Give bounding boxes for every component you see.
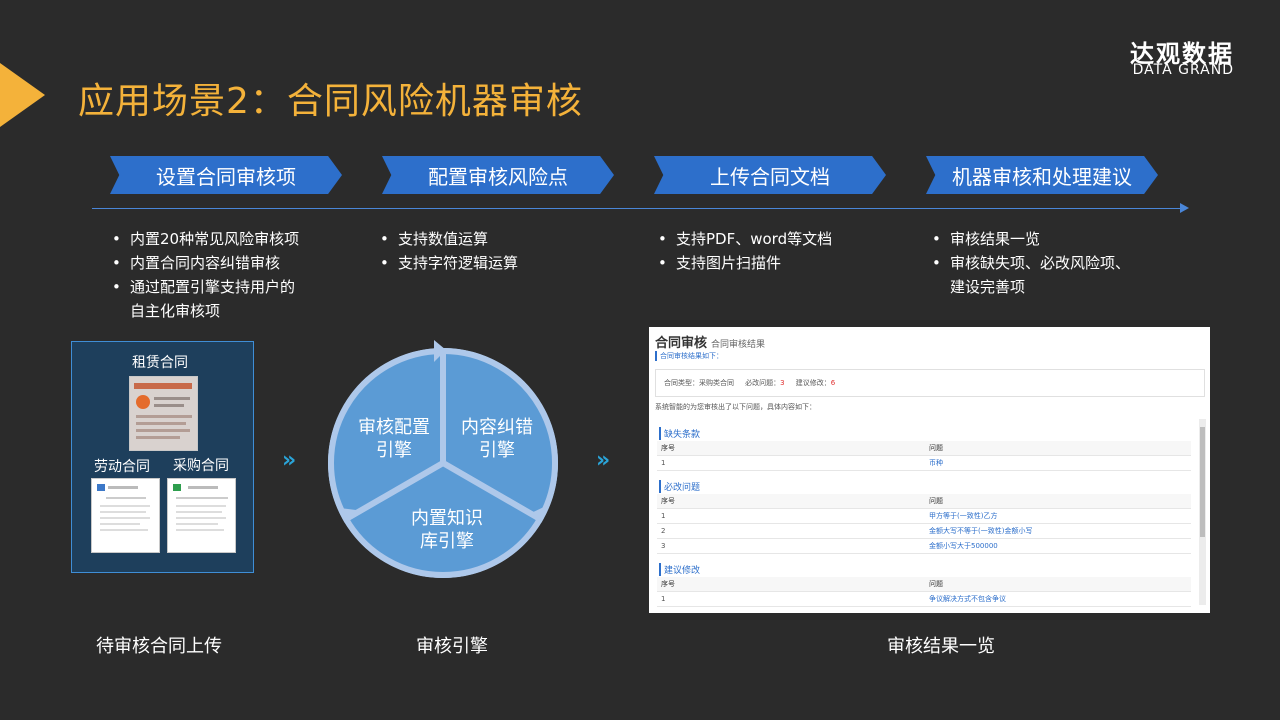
table-row: 1 甲方等于(一致性)乙方 — [657, 508, 1191, 524]
table-row: 2 金额大写不等于(一致性)金额小写 — [657, 523, 1191, 539]
bullet-item: 支持字符逻辑运算 — [378, 251, 518, 275]
result-summary-box: 合同类型：采购类合同 必改问题：3 建议修改：6 — [655, 369, 1205, 397]
bullet-item: 内置合同内容纠错审核 — [110, 251, 299, 275]
step-3-banner: 上传合同文档 — [654, 156, 886, 194]
bullet-item: 审核结果一览 — [930, 227, 1130, 251]
page-title: 应用场景2：合同风险机器审核 — [78, 81, 583, 122]
brand-logo-en: DATA GRAND — [1132, 62, 1234, 78]
step-1-bullets: 内置20种常见风险审核项 内置合同内容纠错审核 通过配置引擎支持用户的 自主化审… — [110, 227, 299, 323]
engine-segment-1-label: 审核配置 引擎 — [358, 417, 430, 461]
scrollbar-thumb[interactable] — [1200, 427, 1205, 537]
suggest-table: 序号 问题 1 争议解决方式不包含争议 — [657, 577, 1191, 607]
section-missing-title: 缺失条款 — [659, 427, 700, 440]
labor-contract-label: 劳动合同 — [94, 459, 150, 475]
result-scrollbar[interactable] — [1199, 419, 1206, 605]
table-row: 1 币种 — [657, 455, 1191, 471]
bullet-item: 支持数值运算 — [378, 227, 518, 251]
table-row: 3 金额小写大于500000 — [657, 538, 1191, 554]
bullet-item: 通过配置引擎支持用户的 自主化审核项 — [110, 275, 299, 323]
contract-upload-panel: 租赁合同 劳动合同 采购合同 — [71, 341, 254, 573]
rent-contract-thumbnail — [129, 376, 198, 451]
chevron-right-icon: » — [596, 448, 610, 473]
table-row: 1 争议解决方式不包含争议 — [657, 591, 1191, 607]
section-suggest-title: 建议修改 — [659, 563, 700, 576]
step-4-banner: 机器审核和处理建议 — [926, 156, 1158, 194]
accent-triangle — [0, 63, 45, 127]
step-2-banner: 配置审核风险点 — [382, 156, 614, 194]
bullet-item: 内置20种常见风险审核项 — [110, 227, 299, 251]
step-4-bullets: 审核结果一览 审核缺失项、必改风险项、 建设完善项 — [930, 227, 1130, 299]
result-note: 系统智能的为您审核出了以下问题，具体内容如下： — [655, 403, 816, 411]
step-2-bullets: 支持数值运算 支持字符逻辑运算 — [378, 227, 518, 275]
purchase-contract-thumbnail — [167, 478, 236, 553]
rent-contract-label: 租赁合同 — [132, 355, 188, 371]
engine-segment-2-label: 内容纠错 引擎 — [461, 417, 533, 461]
missing-table: 序号 问题 1 币种 — [657, 441, 1191, 471]
chevron-right-icon: » — [282, 448, 296, 473]
result-title: 合同审核 合同审核结果 — [655, 336, 766, 351]
bullet-item: 支持PDF、word等文档 — [656, 227, 832, 251]
engine-segment-3-label: 内置知识 库引擎 — [411, 508, 483, 552]
section-must-title: 必改问题 — [659, 480, 700, 493]
timeline-arrow-icon — [1180, 203, 1189, 213]
audit-result-screenshot: 合同审核 合同审核结果 合同审核结果如下： 合同类型：采购类合同 必改问题：3 建… — [649, 327, 1210, 613]
step-1-banner: 设置合同审核项 — [110, 156, 342, 194]
must-table: 序号 问题 1 甲方等于(一致性)乙方 2 金额大写不等于(一致性)金额小写 3 金额小… — [657, 494, 1191, 554]
caption-engine: 审核引擎 — [416, 636, 488, 657]
bullet-item: 支持图片扫描件 — [656, 251, 832, 275]
timeline-line — [92, 208, 1182, 209]
caption-result: 审核结果一览 — [887, 636, 995, 657]
purchase-contract-label: 采购合同 — [173, 458, 229, 474]
caption-upload: 待审核合同上传 — [96, 636, 222, 657]
step-3-bullets: 支持PDF、word等文档 支持图片扫描件 — [656, 227, 832, 275]
bullet-item: 审核缺失项、必改风险项、 建设完善项 — [930, 251, 1130, 299]
labor-contract-thumbnail — [91, 478, 160, 553]
result-sub-label: 合同审核结果如下： — [655, 351, 723, 361]
